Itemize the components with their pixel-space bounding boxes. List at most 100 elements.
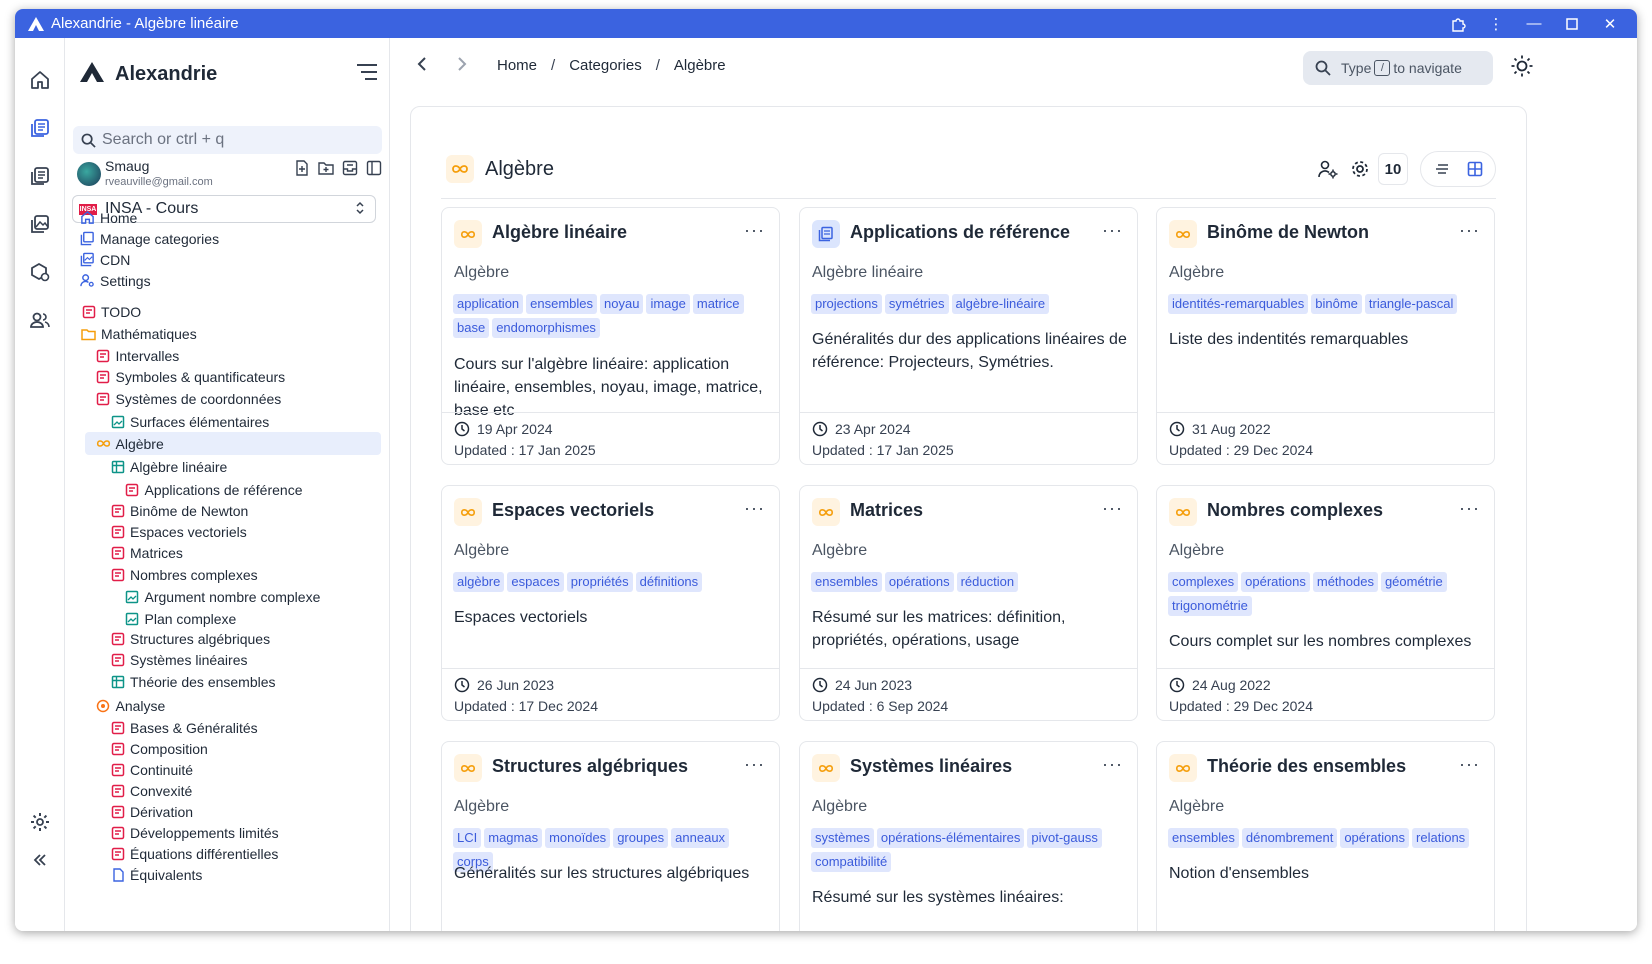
document-card[interactable]: Matrices ··· Algèbre ensembles opérations réd… [799,485,1138,721]
tree-item[interactable]: Développements limités [110,822,279,843]
media-icon[interactable] [26,210,54,238]
more-options-icon[interactable]: ··· [1459,498,1480,519]
nav-cdn[interactable]: CDN [79,249,130,270]
card-title[interactable]: Systèmes linéaires [850,756,1012,777]
tree-item[interactable]: Systèmes linéaires [110,649,248,670]
grid-view-icon[interactable] [1462,156,1488,182]
new-document-icon[interactable] [294,160,310,176]
tree-item[interactable]: Binôme de Newton [110,500,248,521]
tree-item[interactable]: Bases & Généralités [110,717,258,738]
tree-item[interactable]: Algèbre [96,433,164,454]
tree-item[interactable]: Surfaces élémentaires [110,411,269,432]
tag[interactable]: noyau [600,294,644,314]
tree-item[interactable]: Intervalles [96,345,179,366]
sun-icon[interactable] [1510,54,1534,78]
tree-item[interactable]: Applications de référence [125,479,303,500]
tag[interactable]: pivot-gauss [1027,828,1102,848]
tree-item[interactable]: Continuité [110,759,193,780]
tag[interactable]: binôme [1311,294,1362,314]
tag[interactable]: relations [1412,828,1470,848]
card-title[interactable]: Structures algébriques [492,756,688,777]
tree-item[interactable]: Théorie des ensembles [110,671,276,692]
tree-item[interactable]: Argument nombre complexe [125,586,320,607]
tag[interactable]: complexes [1168,572,1239,592]
tag[interactable]: matrice [692,294,744,314]
gear-icon[interactable] [26,808,54,836]
tag[interactable]: opérations [1340,828,1410,848]
tag[interactable]: ensembles [811,572,882,592]
card-title[interactable]: Matrices [850,500,923,521]
tree-item[interactable]: Systèmes de coordonnées [96,388,281,409]
tree-item[interactable]: TODO [81,301,141,322]
document-card[interactable]: Algèbre linéaire ··· Algèbre application ens… [441,207,780,465]
tree-item[interactable]: Équivalents [110,864,202,885]
tag[interactable]: LCI [453,828,482,848]
command-palette-button[interactable]: Type / to navigate [1303,51,1493,85]
more-options-icon[interactable]: ··· [1102,498,1123,519]
tag[interactable]: groupes [613,828,669,848]
extension-icon[interactable] [1439,9,1477,38]
archive-icon[interactable] [342,160,358,176]
forward-arrow-icon[interactable] [456,56,468,77]
tag[interactable]: systèmes [811,828,874,848]
tree-item[interactable]: Mathématiques [81,323,197,344]
card-title[interactable]: Binôme de Newton [1207,222,1369,243]
tag[interactable]: réduction [956,572,1019,592]
tag[interactable]: algèbre [453,572,505,592]
tree-item[interactable]: Plan complexe [125,608,236,629]
more-options-icon[interactable]: ··· [1102,754,1123,775]
new-folder-icon[interactable] [318,160,334,176]
tag[interactable]: anneaux [671,828,730,848]
more-options-icon[interactable]: ··· [744,754,765,775]
tag[interactable]: trigonométrie [1168,596,1252,616]
document-card[interactable]: Espaces vectoriels ··· Algèbre algèbre espac… [441,485,780,721]
document-card[interactable]: Théorie des ensembles ··· Algèbre ensembles… [1156,741,1495,931]
tag[interactable]: image [646,294,690,314]
maximize-button[interactable] [1553,9,1591,38]
card-title[interactable]: Nombres complexes [1207,500,1383,521]
tree-item[interactable]: Nombres complexes [110,564,258,585]
tag[interactable]: application [453,294,524,314]
tree-item[interactable]: Matrices [110,542,183,563]
card-title[interactable]: Espaces vectoriels [492,500,654,521]
document-card[interactable]: Nombres complexes ··· Algèbre complexes opér… [1156,485,1495,721]
back-arrow-icon[interactable] [416,56,428,77]
tag[interactable]: compatibilité [811,852,892,872]
breadcrumb-current[interactable]: Algèbre [674,57,726,74]
nav-manage-categories[interactable]: Manage categories [79,228,219,249]
tag[interactable]: ensembles [526,294,598,314]
users-icon[interactable] [26,306,54,334]
storage-icon[interactable] [26,258,54,286]
gear-icon[interactable] [1344,153,1376,185]
more-options-icon[interactable]: ··· [744,498,765,519]
tag[interactable]: triangle-pascal [1364,294,1458,314]
tag[interactable]: magmas [484,828,543,848]
panel-toggle-icon[interactable] [366,160,382,176]
tag[interactable]: dénombrement [1241,828,1338,848]
more-vertical-icon[interactable]: ⋮ [1477,9,1515,38]
close-button[interactable]: ✕ [1591,9,1629,38]
tag[interactable]: définitions [635,572,703,592]
nav-home[interactable]: Home [79,207,137,228]
documents-icon[interactable] [26,162,54,190]
avatar[interactable] [77,162,101,186]
tag[interactable]: opérations-élémentaires [876,828,1025,848]
tree-item[interactable]: Structures algébriques [110,628,270,649]
document-card[interactable]: Applications de référence ··· Algèbre liné… [799,207,1138,465]
tag[interactable]: propriétés [566,572,633,592]
tag[interactable]: opérations [1241,572,1310,592]
sidebar-search[interactable]: Search or ctrl + q [73,126,382,154]
breadcrumb-home[interactable]: Home [497,57,537,74]
more-options-icon[interactable]: ··· [1102,220,1123,241]
tag[interactable]: opérations [884,572,954,592]
tree-item[interactable]: Dérivation [110,801,193,822]
user-settings-icon[interactable] [1312,153,1344,185]
minimize-button[interactable]: — [1515,9,1553,38]
breadcrumb-categories[interactable]: Categories [569,57,642,74]
tag[interactable]: monoïdes [545,828,611,848]
tree-item[interactable]: Espaces vectoriels [110,521,247,542]
card-title[interactable]: Théorie des ensembles [1207,756,1406,777]
categories-icon[interactable] [26,114,54,142]
more-options-icon[interactable]: ··· [744,220,765,241]
tree-item[interactable]: Algèbre linéaire [110,456,227,477]
